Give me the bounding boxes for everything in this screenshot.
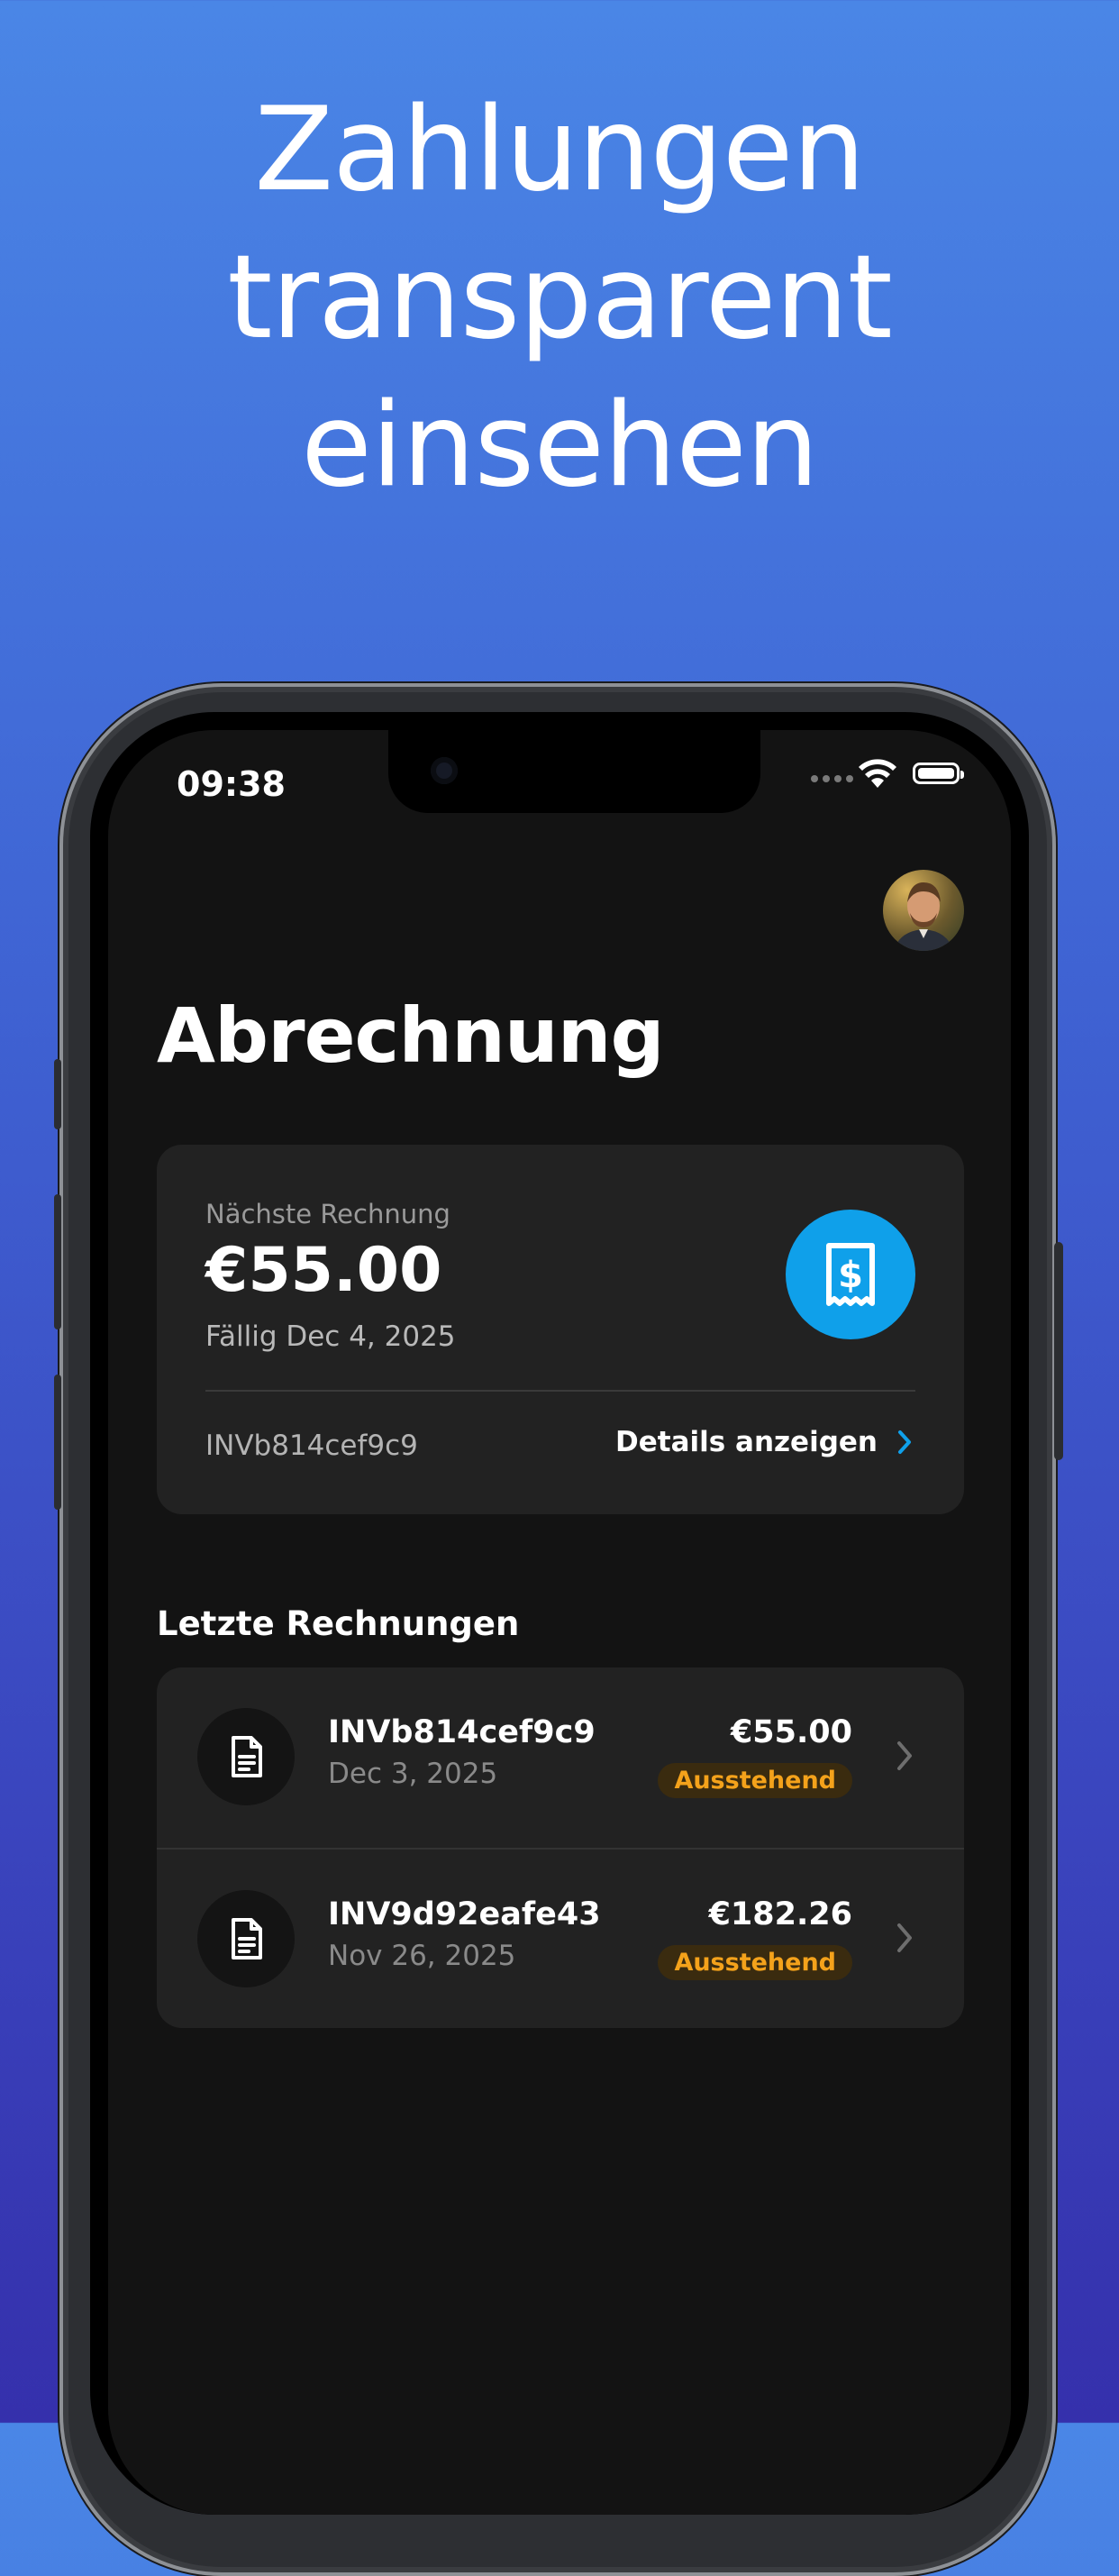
headline-line-3: einsehen (301, 379, 819, 513)
invoice-date: Dec 3, 2025 (328, 1758, 498, 1790)
status-time: 09:38 (177, 764, 286, 804)
next-invoice-card[interactable]: Nächste Rechnung €55.00 Fällig Dec 4, 20… (157, 1145, 964, 1514)
avatar-person-icon (894, 882, 953, 951)
next-invoice-id: INVb814cef9c9 (205, 1430, 418, 1462)
app-screen: 09:38 Abrechnung Nächste Rechnung €55.00 (108, 730, 1011, 2515)
next-invoice-due-date: Fällig Dec 4, 2025 (205, 1320, 456, 1353)
invoice-date: Nov 26, 2025 (328, 1940, 516, 1972)
page-title: Abrechnung (157, 991, 665, 1080)
dynamic-island (388, 730, 760, 813)
details-link[interactable]: Details anzeigen (615, 1426, 912, 1458)
chevron-right-icon (897, 1923, 912, 1952)
battery-icon (913, 763, 964, 784)
invoice-amount: €182.26 (708, 1896, 852, 1932)
invoice-id: INVb814cef9c9 (328, 1714, 596, 1750)
recent-invoices-title: Letzte Rechnungen (157, 1604, 520, 1643)
document-icon (197, 1890, 295, 1987)
next-invoice-label: Nächste Rechnung (205, 1199, 450, 1229)
phone-power-button (1054, 1242, 1063, 1460)
chevron-right-icon (898, 1430, 911, 1454)
phone-volume-down-button (54, 1375, 61, 1510)
receipt-dollar-icon: $ (786, 1210, 915, 1339)
phone-volume-up-button (54, 1194, 61, 1329)
invoice-amount: €55.00 (730, 1714, 852, 1750)
profile-avatar[interactable] (883, 870, 964, 951)
cellular-signal-icon (811, 775, 853, 782)
chevron-right-icon (897, 1741, 912, 1770)
document-icon (197, 1708, 295, 1805)
invoice-id: INV9d92eafe43 (328, 1896, 601, 1932)
headline-line-1: Zahlungen (254, 83, 865, 217)
wifi-icon (859, 759, 896, 788)
svg-text:$: $ (838, 1255, 863, 1296)
phone-action-button (54, 1059, 61, 1129)
next-invoice-amount: €55.00 (205, 1235, 442, 1306)
front-camera (431, 757, 458, 784)
invoice-row[interactable]: INVb814cef9c9 Dec 3, 2025 €55.00 Aussteh… (157, 1667, 964, 1848)
details-link-label: Details anzeigen (615, 1426, 878, 1458)
headline-line-2: transparent (227, 231, 893, 365)
card-divider (205, 1390, 915, 1392)
marketing-headline: Zahlungen transparent einsehen (0, 77, 1119, 520)
recent-invoices-list: INVb814cef9c9 Dec 3, 2025 €55.00 Aussteh… (157, 1667, 964, 2028)
status-badge: Ausstehend (658, 1945, 852, 1980)
invoice-row[interactable]: INV9d92eafe43 Nov 26, 2025 €182.26 Ausst… (157, 1850, 964, 2028)
phone-screen: 09:38 Abrechnung Nächste Rechnung €55.00 (90, 712, 1029, 2515)
status-badge: Ausstehend (658, 1763, 852, 1798)
